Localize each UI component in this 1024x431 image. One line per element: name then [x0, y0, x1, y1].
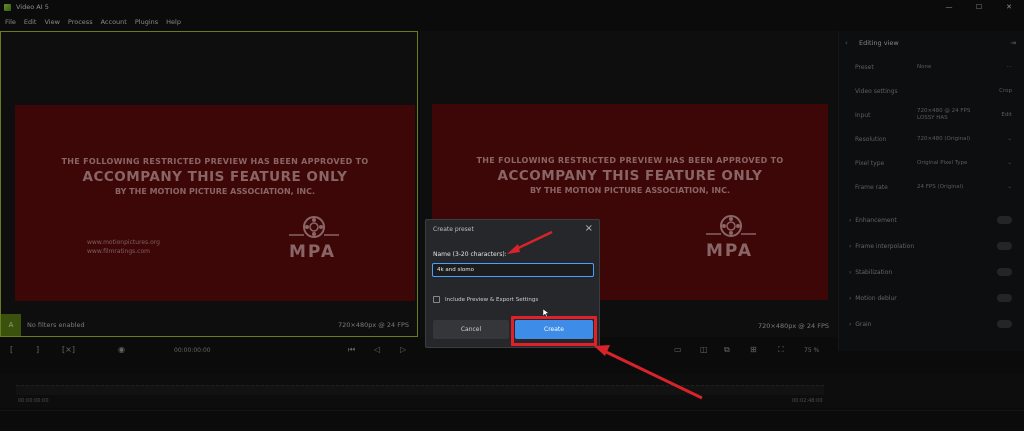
annotation-arrows	[507, 230, 703, 400]
arrow-to-name-label	[507, 230, 553, 254]
arrow-to-create-button	[594, 345, 703, 400]
